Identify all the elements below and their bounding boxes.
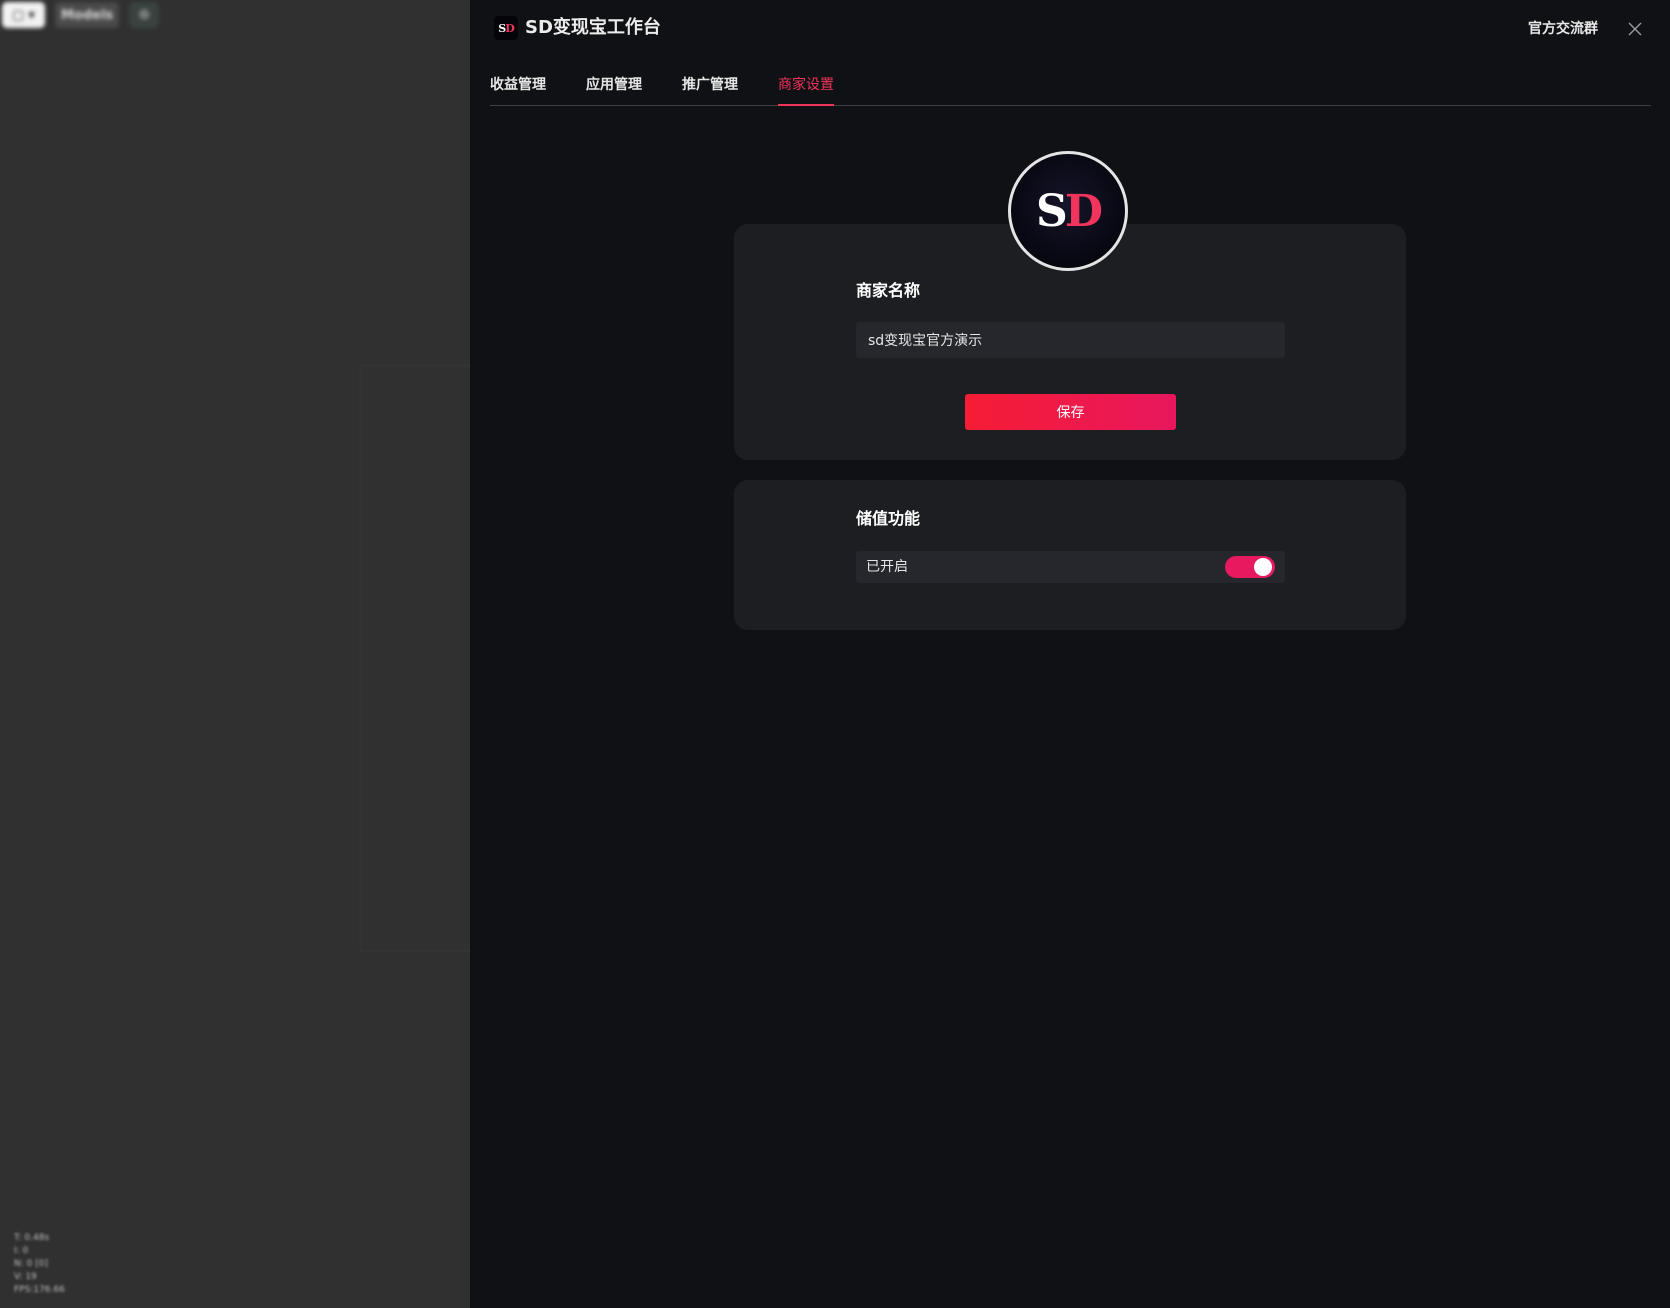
logo-letter-s: S: [498, 21, 506, 35]
background-toolbar: ▢ ▾ Models ⚙: [2, 2, 160, 28]
recharge-status-text: 已开启: [866, 559, 908, 575]
recharge-toggle-row: 已开启: [856, 551, 1285, 583]
tab-promotion-management[interactable]: 推广管理: [682, 72, 738, 105]
community-group-link[interactable]: 官方交流群: [1528, 19, 1598, 39]
merchant-name-input[interactable]: [856, 322, 1285, 358]
merchant-name-label: 商家名称: [856, 281, 921, 300]
background-models-button: Models: [54, 2, 120, 28]
workbench-panel: SD SD变现宝工作台 官方交流群 收益管理 应用管理 推广管理 商家设置 商家…: [470, 0, 1670, 1308]
app-title: SD变现宝工作台: [525, 17, 661, 38]
background-app: ▢ ▾ Models ⚙ T: 0.48s I: 0 N: 0 [0] V: 1…: [0, 0, 470, 1308]
tab-app-management[interactable]: 应用管理: [586, 72, 642, 105]
toggle-knob: [1254, 558, 1272, 576]
avatar-letter-d: D: [1064, 185, 1103, 237]
background-settings-icon: ⚙: [129, 2, 160, 28]
recharge-label: 储值功能: [856, 509, 921, 528]
merchant-avatar[interactable]: SD: [1008, 151, 1128, 271]
stat-line: I: 0: [14, 1246, 29, 1256]
tab-revenue-management[interactable]: 收益管理: [490, 72, 546, 105]
background-view-button: ▢ ▾: [2, 2, 45, 28]
panel-header: SD SD变现宝工作台 官方交流群: [470, 0, 1670, 56]
tab-merchant-settings[interactable]: 商家设置: [778, 72, 834, 106]
close-icon[interactable]: [1624, 18, 1646, 40]
recharge-toggle-switch[interactable]: [1225, 556, 1275, 578]
save-button[interactable]: 保存: [965, 394, 1176, 430]
app-logo: SD: [494, 16, 518, 40]
recharge-card: 储值功能 已开启: [734, 480, 1406, 630]
logo-letter-d: D: [505, 21, 514, 35]
stat-line: N: 0 [0]: [14, 1259, 48, 1269]
stat-line: V: 19: [14, 1272, 37, 1282]
main-tabs: 收益管理 应用管理 推广管理 商家设置: [490, 72, 1651, 106]
avatar-letter-s: S: [1036, 185, 1068, 237]
stat-line: FPS:176.66: [14, 1285, 65, 1295]
stat-line: T: 0.48s: [14, 1233, 50, 1243]
background-canvas-frame: [360, 365, 470, 952]
background-stats: T: 0.48s I: 0 N: 0 [0] V: 19 FPS:176.66: [14, 1232, 65, 1297]
